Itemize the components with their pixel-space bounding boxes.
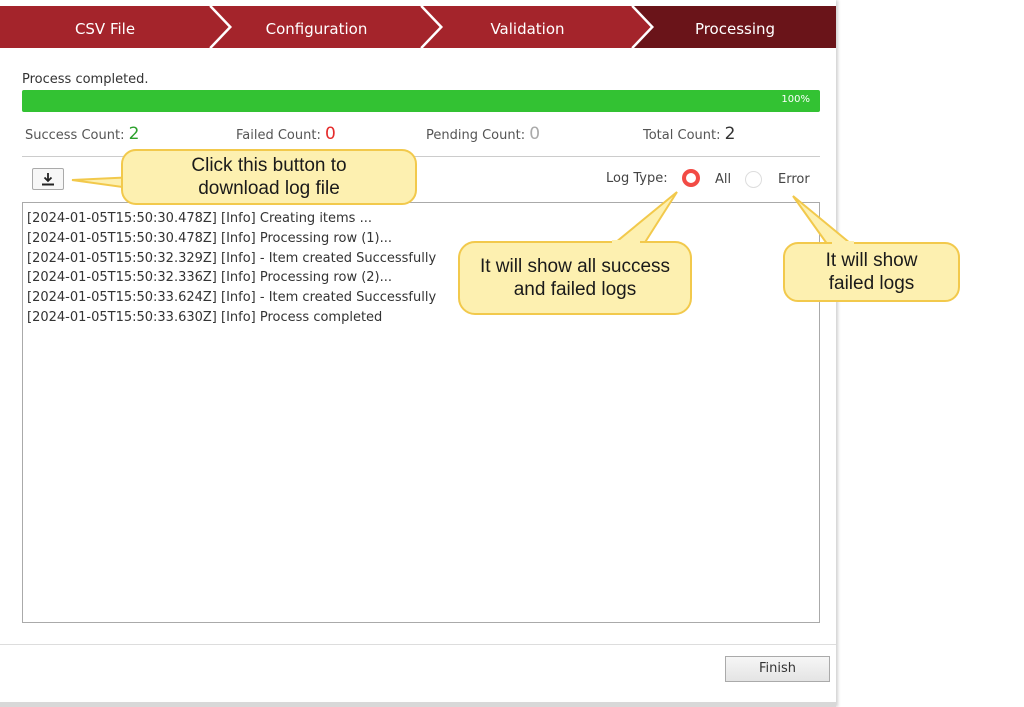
total-count-label: Total Count: xyxy=(643,128,721,143)
callout-all-text: It will show all success and failed logs xyxy=(459,255,691,301)
import-dialog: CSV File Configuration Validation Proces… xyxy=(0,0,836,707)
callout-all-line2: and failed logs xyxy=(513,279,637,300)
status-message: Process completed. xyxy=(22,72,149,87)
callout-error-line2: failed logs xyxy=(828,273,915,294)
pending-count: Pending Count: 0 xyxy=(426,124,540,144)
bottom-border xyxy=(0,702,836,707)
callout-error-line1: It will show xyxy=(825,250,918,271)
step-validation[interactable]: Validation xyxy=(423,6,632,48)
failed-count-value: 0 xyxy=(324,124,336,144)
wizard-steps: CSV File Configuration Validation Proces… xyxy=(0,6,836,48)
download-log-button[interactable] xyxy=(32,168,64,190)
pending-count-value: 0 xyxy=(529,124,541,144)
log-line: [2024-01-05T15:50:33.630Z] [Info] Proces… xyxy=(27,309,383,325)
step-configuration[interactable]: Configuration xyxy=(212,6,421,48)
footer-divider xyxy=(0,644,836,645)
log-type-error-label[interactable]: Error xyxy=(778,172,810,187)
finish-button[interactable]: Finish xyxy=(725,656,830,682)
failed-count-label: Failed Count: xyxy=(236,128,321,143)
callout-download-text: Click this button to download log file xyxy=(122,154,416,200)
total-count-value: 2 xyxy=(724,124,736,144)
total-count: Total Count: 2 xyxy=(643,124,735,144)
callout-download-line2: download log file xyxy=(198,178,340,199)
log-type-error-radio[interactable] xyxy=(745,171,762,188)
log-line: [2024-01-05T15:50:30.478Z] [Info] Creati… xyxy=(27,211,372,226)
log-line: [2024-01-05T15:50:32.329Z] [Info] - Item… xyxy=(27,250,437,266)
log-line: [2024-01-05T15:50:30.478Z] [Info] Proces… xyxy=(27,230,393,246)
success-count: Success Count: 2 xyxy=(25,124,139,144)
success-count-value: 2 xyxy=(128,124,140,144)
log-line: [2024-01-05T15:50:32.336Z] [Info] Proces… xyxy=(27,270,393,286)
callout-error-text: It will show failed logs xyxy=(784,249,959,295)
log-output[interactable]: [2024-01-05T15:50:30.478Z] [Info] Creati… xyxy=(22,202,820,623)
step-processing[interactable]: Processing xyxy=(634,6,836,48)
step-csv-file[interactable]: CSV File xyxy=(0,6,210,48)
pending-count-label: Pending Count: xyxy=(426,128,526,143)
progress-fill: 100% xyxy=(22,90,820,112)
success-count-label: Success Count: xyxy=(25,128,125,143)
log-type-all-radio[interactable] xyxy=(682,169,700,187)
log-line: [2024-01-05T15:50:33.624Z] [Info] - Item… xyxy=(27,290,437,306)
callout-all-line1: It will show all success xyxy=(479,256,671,277)
log-type-all-label[interactable]: All xyxy=(715,172,731,187)
callout-download-line1: Click this button to xyxy=(191,155,347,176)
log-type-label: Log Type: xyxy=(606,171,668,186)
download-icon xyxy=(42,173,54,186)
progress-bar: 100% xyxy=(22,90,820,112)
progress-label: 100% xyxy=(781,94,810,105)
failed-count: Failed Count: 0 xyxy=(236,124,336,144)
